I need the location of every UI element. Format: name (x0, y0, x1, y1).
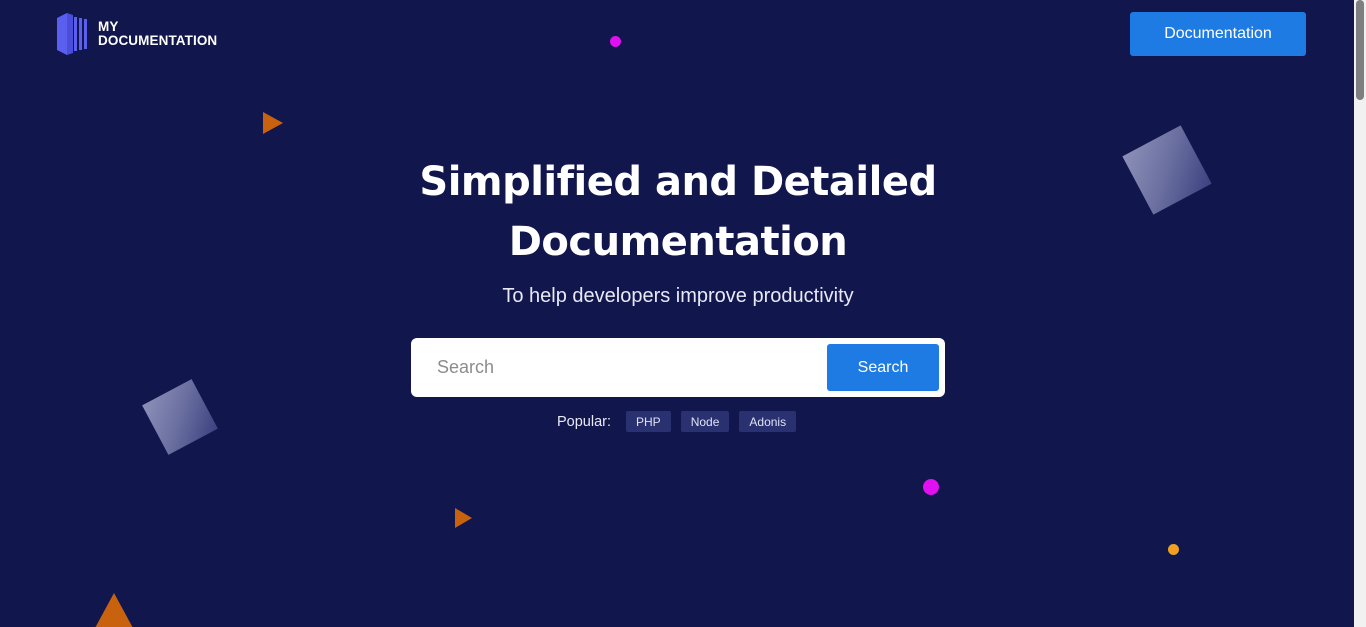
tag-adonis[interactable]: Adonis (739, 411, 797, 432)
top-navbar: MY DOCUMENTATION Documentation (0, 0, 1354, 70)
popular-tags: Popular: PHP Node Adonis (557, 411, 797, 432)
search-button[interactable]: Search (827, 344, 939, 391)
brand-name: MY DOCUMENTATION (98, 20, 217, 48)
search-bar: Search (411, 338, 945, 397)
scrollbar-thumb[interactable] (1356, 0, 1364, 100)
triangle-decoration (455, 508, 472, 528)
cube-decoration (1122, 125, 1212, 215)
popular-label: Popular: (557, 413, 612, 430)
documentation-button[interactable]: Documentation (1130, 12, 1306, 56)
hero-title-line1: Simplified and Detailed (419, 159, 937, 205)
page-scrollbar[interactable] (1354, 0, 1366, 627)
magenta-dot-decoration (923, 479, 939, 495)
tag-node[interactable]: Node (680, 411, 730, 432)
brand-name-line1: MY (98, 19, 119, 34)
tag-php[interactable]: PHP (626, 411, 671, 432)
search-input[interactable] (423, 346, 823, 389)
amber-dot-decoration (1168, 544, 1179, 555)
brand-logo[interactable]: MY DOCUMENTATION (55, 12, 217, 56)
hero-subtitle: To help developers improve productivity (502, 285, 854, 307)
triangle-decoration (263, 112, 283, 134)
cube-decoration (142, 379, 218, 455)
hero-title-line2: Documentation (508, 219, 848, 265)
triangle-decoration (95, 593, 133, 627)
book-stack-icon (57, 13, 87, 55)
hero-title: Simplified and Detailed Documentation (383, 152, 973, 272)
brand-name-line2: DOCUMENTATION (98, 33, 218, 48)
magenta-dot-decoration (610, 36, 621, 47)
